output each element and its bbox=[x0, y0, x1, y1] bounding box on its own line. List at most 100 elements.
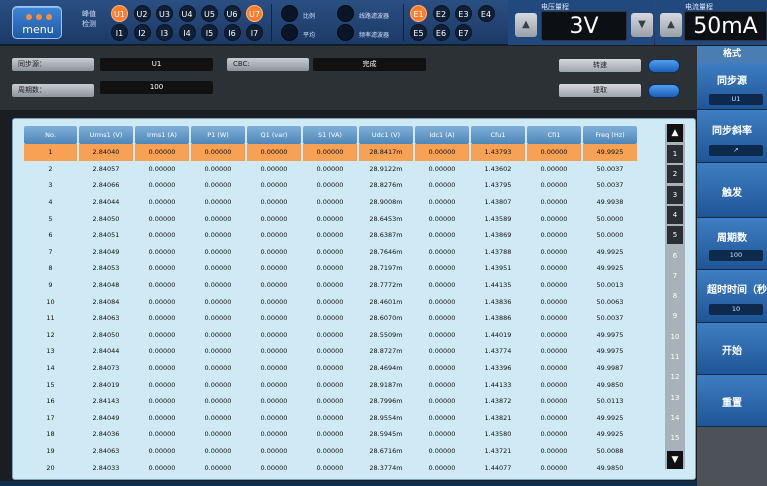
channel-i5-button[interactable]: I5 bbox=[201, 24, 218, 41]
table-row[interactable]: 4 2.84044 0.00000 0.00000 0.00000 0.00000 28.9… bbox=[24, 194, 637, 211]
channel-i7-button[interactable]: I7 bbox=[246, 24, 263, 41]
cycles-button[interactable]: 周期数 100 bbox=[697, 218, 767, 270]
page-number-button[interactable]: 6 bbox=[667, 246, 683, 265]
column-header[interactable]: Udc1 (V) bbox=[359, 126, 413, 144]
table-row[interactable]: 19 2.84063 0.00000 0.00000 0.00000 0.00000 28.… bbox=[24, 443, 637, 460]
table-cell: 2.84063 bbox=[92, 446, 120, 455]
page-number-button[interactable]: 2 bbox=[667, 165, 683, 184]
element-e1-button[interactable]: E1 bbox=[410, 5, 427, 22]
table-row[interactable]: 12 2.84050 0.00000 0.00000 0.00000 0.00000 28.… bbox=[24, 327, 637, 344]
channel-i6-button[interactable]: I6 bbox=[223, 24, 241, 41]
channel-i3-button[interactable]: I3 bbox=[156, 24, 173, 41]
timeout-button[interactable]: 超时时间（秒） 10 bbox=[697, 270, 767, 323]
table-cell: 0.00000 bbox=[540, 181, 568, 190]
column-header[interactable]: Cfi1 bbox=[527, 126, 581, 144]
table-cell: 28.6453m bbox=[369, 214, 403, 223]
page-number-button[interactable]: 11 bbox=[667, 348, 683, 366]
column-header[interactable]: P1 (W) bbox=[191, 126, 245, 144]
column-header[interactable]: Freq (Hz) bbox=[583, 126, 637, 144]
channel-i2-button[interactable]: I2 bbox=[133, 24, 151, 41]
page-number-button[interactable]: 13 bbox=[667, 388, 683, 407]
table-row[interactable]: 18 2.84036 0.00000 0.00000 0.00000 0.00000 28.… bbox=[24, 426, 637, 443]
average-toggle[interactable] bbox=[281, 24, 298, 41]
table-row[interactable]: 6 2.84051 0.00000 0.00000 0.00000 0.00000 28.6… bbox=[24, 227, 637, 244]
table-row[interactable]: 13 2.84044 0.00000 0.00000 0.00000 0.00000 28.… bbox=[24, 343, 637, 360]
extract-button[interactable]: 提取 bbox=[559, 84, 641, 97]
page-number-button[interactable]: 8 bbox=[667, 287, 683, 306]
table-row[interactable]: 16 2.84143 0.00000 0.00000 0.00000 0.00000 28.… bbox=[24, 393, 637, 410]
table-cell: 0.00000 bbox=[540, 364, 568, 373]
column-header[interactable]: Idc1 (A) bbox=[415, 126, 469, 144]
element-e5-button[interactable]: E5 bbox=[410, 24, 427, 41]
table-row[interactable]: 5 2.84050 0.00000 0.00000 0.00000 0.00000 28.6… bbox=[24, 210, 637, 227]
channel-u5-button[interactable]: U5 bbox=[201, 5, 218, 22]
page-number-button[interactable]: 1 bbox=[667, 145, 683, 163]
switch-speed-toggle[interactable] bbox=[648, 59, 680, 73]
table-row[interactable]: 15 2.84019 0.00000 0.00000 0.00000 0.00000 28.… bbox=[24, 376, 637, 393]
page-number-button[interactable]: 9 bbox=[667, 307, 683, 326]
table-row[interactable]: 7 2.84049 0.00000 0.00000 0.00000 0.00000 28.7… bbox=[24, 244, 637, 261]
voltage-range-down-button[interactable]: ▼ bbox=[631, 13, 653, 37]
column-header[interactable]: Q1 (var) bbox=[247, 126, 301, 144]
channel-i1-button[interactable]: I1 bbox=[111, 24, 128, 41]
table-cell: 28.6716m bbox=[369, 446, 403, 455]
table-cell: 1.43774 bbox=[484, 347, 512, 356]
column-header[interactable]: S1 (VA) bbox=[303, 126, 357, 144]
page-number-button[interactable]: 7 bbox=[667, 266, 683, 285]
column-header[interactable]: Cfu1 bbox=[471, 126, 525, 144]
page-number-button[interactable]: 10 bbox=[667, 327, 683, 346]
channel-u6-button[interactable]: U6 bbox=[223, 5, 241, 22]
channel-u7-button[interactable]: U7 bbox=[246, 5, 263, 22]
page-number-button[interactable]: 14 bbox=[667, 408, 683, 427]
table-row[interactable]: 1 2.84040 0.00000 0.00000 0.00000 0.00000 28.8… bbox=[24, 144, 637, 161]
column-header[interactable]: No. bbox=[24, 126, 77, 144]
column-header[interactable]: Urms1 (V) bbox=[79, 126, 133, 144]
table-cell: 0.00000 bbox=[260, 397, 288, 406]
trigger-button[interactable]: 触发 bbox=[697, 163, 767, 218]
start-button[interactable]: 开始 bbox=[697, 323, 767, 375]
channel-u4-button[interactable]: U4 bbox=[178, 5, 196, 22]
table-cell: 19 bbox=[46, 446, 55, 455]
table-row[interactable]: 9 2.84048 0.00000 0.00000 0.00000 0.00000 28.7… bbox=[24, 277, 637, 294]
sync-source-field[interactable]: U1 bbox=[100, 58, 213, 71]
table-cell: 0.00000 bbox=[148, 231, 176, 240]
sync-slope-button[interactable]: 同步斜率 ↗ bbox=[697, 110, 767, 163]
menu-button[interactable]: menu bbox=[12, 6, 62, 39]
freq-filter-toggle[interactable] bbox=[337, 24, 354, 41]
page-number-button[interactable]: 5 bbox=[667, 226, 683, 245]
channel-u2-button[interactable]: U2 bbox=[133, 5, 151, 22]
cycle-count-field[interactable]: 100 bbox=[100, 81, 213, 94]
table-row[interactable]: 3 2.84066 0.00000 0.00000 0.00000 0.00000 28.8… bbox=[24, 177, 637, 194]
table-row[interactable]: 10 2.84084 0.00000 0.00000 0.00000 0.00000 28.… bbox=[24, 293, 637, 310]
table-row[interactable]: 2 2.84057 0.00000 0.00000 0.00000 0.00000 28.9… bbox=[24, 161, 637, 178]
table-row[interactable]: 14 2.84073 0.00000 0.00000 0.00000 0.00000 28.… bbox=[24, 360, 637, 377]
element-e4-button[interactable]: E4 bbox=[477, 5, 495, 22]
channel-u3-button[interactable]: U3 bbox=[156, 5, 173, 22]
scroll-up-icon[interactable]: ▲ bbox=[667, 124, 683, 142]
sync-source-button[interactable]: 同步源 U1 bbox=[697, 63, 767, 110]
scroll-down-icon[interactable]: ▼ bbox=[667, 451, 683, 469]
line-filter-toggle[interactable] bbox=[337, 5, 354, 22]
column-header[interactable]: Irms1 (A) bbox=[135, 126, 189, 144]
reset-button[interactable]: 重置 bbox=[697, 375, 767, 427]
switch-speed-button[interactable]: 转速 bbox=[559, 59, 641, 72]
channel-i4-button[interactable]: I4 bbox=[178, 24, 196, 41]
extract-toggle[interactable] bbox=[648, 84, 680, 98]
page-number-button[interactable]: 12 bbox=[667, 368, 683, 387]
element-e6-button[interactable]: E6 bbox=[432, 24, 450, 41]
element-e3-button[interactable]: E3 bbox=[455, 5, 472, 22]
table-row[interactable]: 8 2.84053 0.00000 0.00000 0.00000 0.00000 28.7… bbox=[24, 260, 637, 277]
element-e7-button[interactable]: E7 bbox=[455, 24, 472, 41]
page-number-button[interactable]: 15 bbox=[667, 429, 683, 448]
table-row[interactable]: 17 2.84049 0.00000 0.00000 0.00000 0.00000 28.… bbox=[24, 410, 637, 427]
current-range-up-button[interactable]: ▲ bbox=[660, 13, 682, 37]
channel-u1-button[interactable]: U1 bbox=[111, 5, 128, 22]
voltage-range-up-button[interactable]: ▲ bbox=[515, 13, 537, 37]
page-number-button[interactable]: 3 bbox=[667, 185, 683, 204]
ratio-toggle[interactable] bbox=[281, 5, 298, 22]
table-row[interactable]: 20 2.84033 0.00000 0.00000 0.00000 0.00000 28.… bbox=[24, 459, 637, 476]
page-number-button[interactable]: 4 bbox=[667, 205, 683, 224]
table-cell: 28.9008m bbox=[369, 198, 403, 207]
table-row[interactable]: 11 2.84063 0.00000 0.00000 0.00000 0.00000 28.… bbox=[24, 310, 637, 327]
element-e2-button[interactable]: E2 bbox=[432, 5, 450, 22]
